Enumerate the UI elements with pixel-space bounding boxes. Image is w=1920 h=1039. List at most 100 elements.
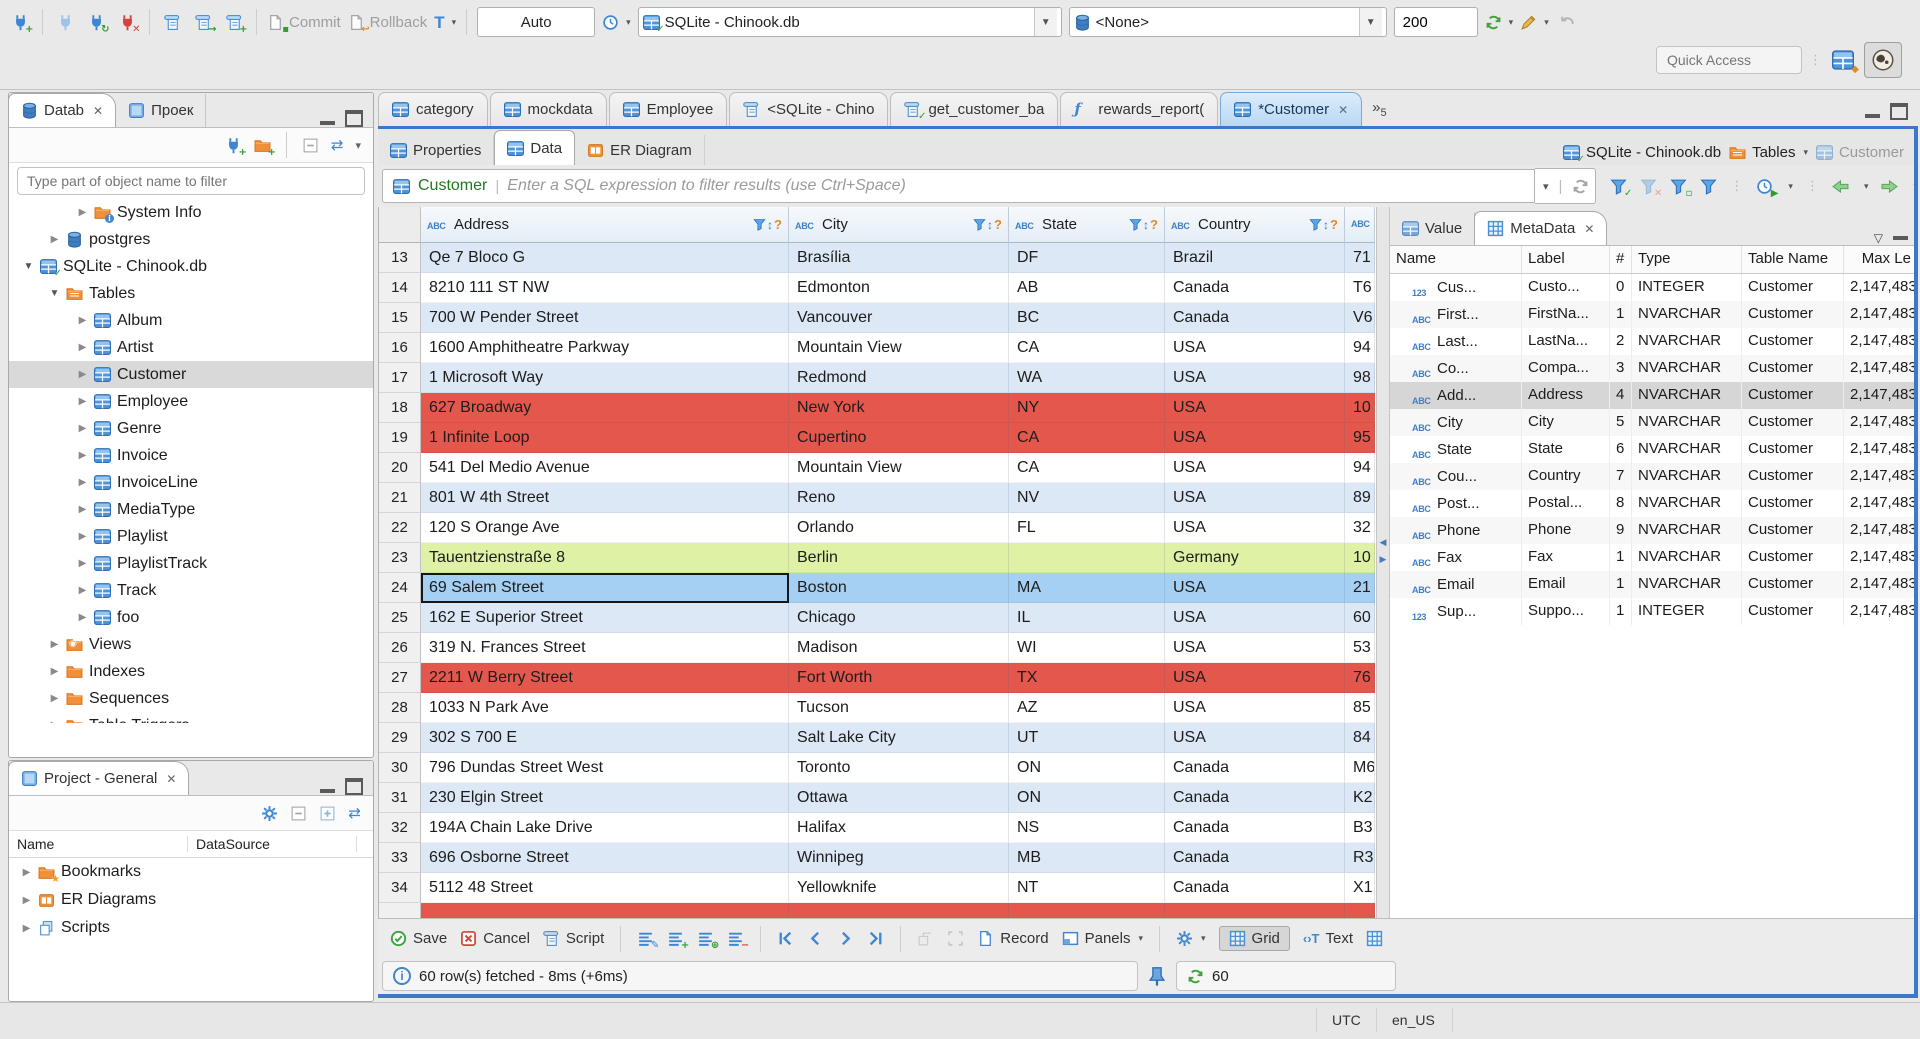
meta-row[interactable]: ABC City City 5 NVARCHAR Customer 2,147,483 (1390, 409, 1918, 436)
grid-cell[interactable]: Toronto (789, 753, 1009, 783)
row-number[interactable]: 17 (379, 363, 421, 393)
column-filter-sort-icons[interactable]: ↕? (1309, 217, 1338, 232)
meta-cell-label[interactable]: City (1522, 409, 1610, 436)
tree-item-sequences[interactable]: ▶ Sequences (9, 685, 373, 712)
tab-projects[interactable]: Проек (116, 94, 207, 127)
grid-row[interactable]: 32 194A Chain Lake Drive Halifax NS Canada B3 (379, 813, 1377, 843)
grid-cell[interactable]: Berlin (789, 543, 1009, 573)
grid-cell[interactable]: USA (1165, 453, 1345, 483)
dbeaver-perspective-button[interactable] (1864, 42, 1902, 78)
collapsed-arrow-icon[interactable]: ▶ (77, 558, 88, 569)
link-with-editor-icon[interactable]: ⇄ (348, 804, 361, 822)
panels-button[interactable]: Panels ▾ (1062, 930, 1143, 947)
grid-cell[interactable]: CA (1009, 333, 1165, 363)
sort-icon[interactable]: ↕ (767, 218, 773, 232)
row-number[interactable]: 15 (379, 303, 421, 333)
row-number[interactable]: 23 (379, 543, 421, 573)
remove-filter-icon[interactable]: ✕ (1640, 178, 1662, 198)
view-menu-icon[interactable]: ▽ (1874, 231, 1883, 245)
grid-cell[interactable]: Cupertino (789, 423, 1009, 453)
tree-item-postgres[interactable]: ▶ postgres (9, 226, 373, 253)
grid-cell[interactable]: Brazil (1165, 243, 1345, 273)
grid-cell[interactable]: USA (1165, 363, 1345, 393)
meta-cell-type[interactable]: NVARCHAR (1632, 301, 1742, 328)
sort-icon[interactable]: ↕ (1323, 218, 1329, 232)
meta-cell-name[interactable]: ABC Co... (1390, 355, 1522, 382)
fetch-previous-icon[interactable] (1832, 178, 1849, 195)
grid-row[interactable]: 13 Qe 7 Bloco G Brasília DF Brazil 71 (379, 243, 1377, 273)
row-number[interactable]: 31 (379, 783, 421, 813)
collapsed-arrow-icon[interactable]: ▶ (77, 612, 88, 623)
tree-item-indexes[interactable]: ▶ Indexes (9, 658, 373, 685)
next-row-icon[interactable] (837, 930, 854, 947)
filter-funnel-icon[interactable] (1309, 218, 1322, 231)
row-number[interactable]: 27 (379, 663, 421, 693)
meta-cell-table[interactable]: Customer (1742, 571, 1844, 598)
new-connection-icon[interactable]: + (8, 9, 34, 35)
grid-row[interactable]: 27 2211 W Berry Street Fort Worth TX USA 76 (379, 663, 1377, 693)
grid-cell[interactable]: 801 W 4th Street (421, 483, 789, 513)
meta-cell-type[interactable]: NVARCHAR (1632, 436, 1742, 463)
grid-row[interactable]: 16 1600 Amphitheatre Parkway Mountain View… (379, 333, 1377, 363)
grid-cell[interactable]: 120 S Orange Ave (421, 513, 789, 543)
close-icon[interactable]: ✕ (93, 104, 103, 118)
grid-cell[interactable]: Chicago (789, 603, 1009, 633)
column-header-address[interactable]: ABC Address ↕? (421, 207, 789, 243)
row-number[interactable]: 28 (379, 693, 421, 723)
row-number[interactable]: 14 (379, 273, 421, 303)
row-number[interactable] (379, 903, 421, 918)
grid-cell[interactable]: 69 Salem Street (421, 573, 789, 603)
collapsed-arrow-icon[interactable]: ▶ (21, 895, 32, 906)
collapsed-arrow-icon[interactable]: ▶ (77, 531, 88, 542)
collapsed-arrow-icon[interactable]: ▶ (77, 450, 88, 461)
meta-row[interactable]: ABC Post... Postal... 8 NVARCHAR Customer 2,14… (1390, 490, 1918, 517)
commit-button[interactable]: ▪ Commit (267, 14, 341, 34)
grid-cell[interactable]: WA (1009, 363, 1165, 393)
minimize-icon[interactable] (1893, 236, 1908, 240)
meta-cell-name[interactable]: ABC Phone (1390, 517, 1522, 544)
undo-button[interactable] (1556, 9, 1580, 35)
pin-icon[interactable] (1146, 965, 1168, 987)
grid-cell[interactable]: 1033 N Park Ave (421, 693, 789, 723)
row-number[interactable]: 29 (379, 723, 421, 753)
grid-cell[interactable]: Canada (1165, 873, 1345, 903)
meta-column-header-type[interactable]: Type (1632, 246, 1742, 273)
grid-cell[interactable]: X1 (1345, 873, 1375, 903)
grid-cell[interactable]: B3 (1345, 813, 1375, 843)
save-filter-icon[interactable]: ▫ (1670, 178, 1692, 198)
grid-cell[interactable]: AZ (1009, 693, 1165, 723)
grid-cell[interactable]: Salt Lake City (789, 723, 1009, 753)
meta-cell-maxlength[interactable]: 2,147,483 (1844, 382, 1918, 409)
collapsed-arrow-icon[interactable]: ▶ (21, 867, 32, 878)
row-number[interactable]: 19 (379, 423, 421, 453)
tree-item-system-info[interactable]: ▶ i System Info (9, 199, 373, 226)
maximize-icon[interactable] (345, 778, 363, 795)
collapsed-arrow-icon[interactable]: ▶ (77, 369, 88, 380)
grid-cell[interactable]: 94 (1345, 333, 1375, 363)
meta-cell-maxlength[interactable]: 2,147,483 (1844, 328, 1918, 355)
grid-row[interactable]: 28 1033 N Park Ave Tucson AZ USA 85 (379, 693, 1377, 723)
grid-cell[interactable]: Mountain View (789, 453, 1009, 483)
previous-row-icon[interactable] (807, 930, 824, 947)
collapsed-arrow-icon[interactable]: ▶ (77, 396, 88, 407)
new-sql-editor-icon[interactable] (160, 9, 184, 35)
grid-cell[interactable]: USA (1165, 333, 1345, 363)
meta-cell-ordinal[interactable]: 1 (1610, 571, 1632, 598)
grid-cell[interactable]: Orlando (789, 513, 1009, 543)
editor-tab-rewardsreport[interactable]: ƒ rewards_report( (1060, 92, 1219, 126)
calc-panel-icon[interactable] (1366, 930, 1383, 947)
collapsed-arrow-icon[interactable]: ▶ (77, 207, 88, 218)
grid-cell[interactable]: Qe 7 Bloco G (421, 243, 789, 273)
meta-cell-label[interactable]: Postal... (1522, 490, 1610, 517)
grid-cell[interactable]: 89 (1345, 483, 1375, 513)
grid-cell[interactable]: Canada (1165, 843, 1345, 873)
meta-cell-type[interactable]: NVARCHAR (1632, 544, 1742, 571)
grid-cell[interactable]: UT (1009, 723, 1165, 753)
column-header-datasource[interactable]: DataSource (188, 836, 357, 852)
breadcrumb-item-tables[interactable]: Tables ▾ (1729, 144, 1808, 161)
tree-item-employee[interactable]: ▶ Employee (9, 388, 373, 415)
grid-cell[interactable]: BC (1009, 303, 1165, 333)
grid-cell[interactable]: ON (1009, 783, 1165, 813)
collapsed-arrow-icon[interactable]: ▶ (49, 693, 60, 704)
meta-cell-ordinal[interactable]: 6 (1610, 436, 1632, 463)
